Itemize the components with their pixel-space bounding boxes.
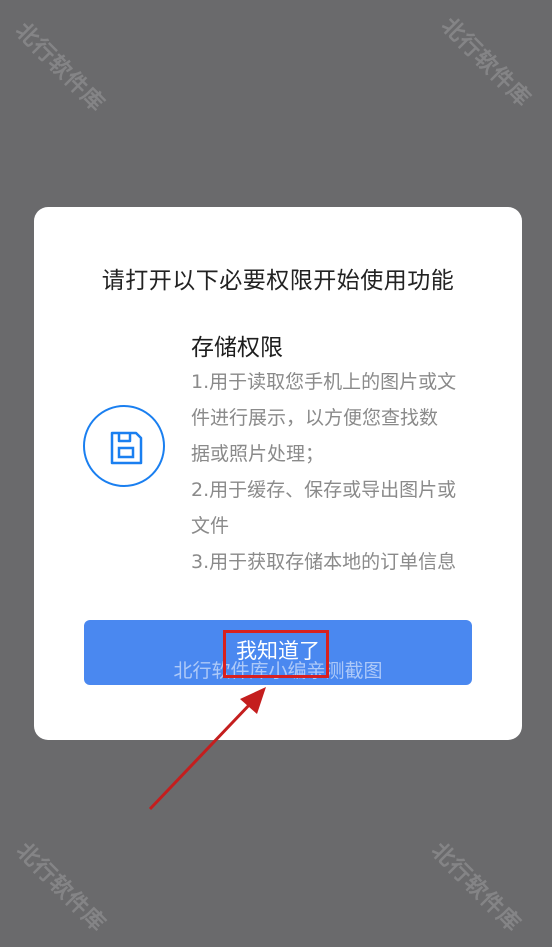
floppy-disk-icon: [110, 431, 143, 465]
permission-title: 存储权限: [191, 335, 283, 361]
storage-icon: [83, 405, 165, 487]
permission-desc-line: 件进行展示，以方便您查找数: [191, 407, 439, 429]
confirm-button-label: 我知道了: [236, 639, 320, 663]
permission-desc-line: 文件: [191, 515, 230, 537]
dialog-title: 请打开以下必要权限开始使用功能: [101, 268, 455, 294]
watermark-bottom-right: 北行软件库: [426, 838, 526, 938]
watermark-top-right: 北行软件库: [436, 13, 536, 113]
confirm-button[interactable]: 北行软件库小编亲测截图 我知道了: [84, 620, 472, 685]
permission-desc-line: 1.用于读取您手机上的图片或文: [191, 371, 457, 393]
permission-desc-line: 2.用于缓存、保存或导出图片或: [191, 479, 457, 501]
permission-desc-line: 据或照片处理；: [191, 443, 325, 465]
permission-description: 1.用于读取您手机上的图片或文 件进行展示，以方便您查找数 据或照片处理； 2.…: [191, 364, 483, 580]
permission-desc-line: 3.用于获取存储本地的订单信息: [191, 551, 457, 573]
watermark-top-left: 北行软件库: [10, 18, 110, 118]
permission-dialog: 请打开以下必要权限开始使用功能 存储权限 1.用于读取您手机上的图片或文 件进行…: [34, 207, 522, 740]
watermark-bottom-left: 北行软件库: [11, 838, 111, 938]
